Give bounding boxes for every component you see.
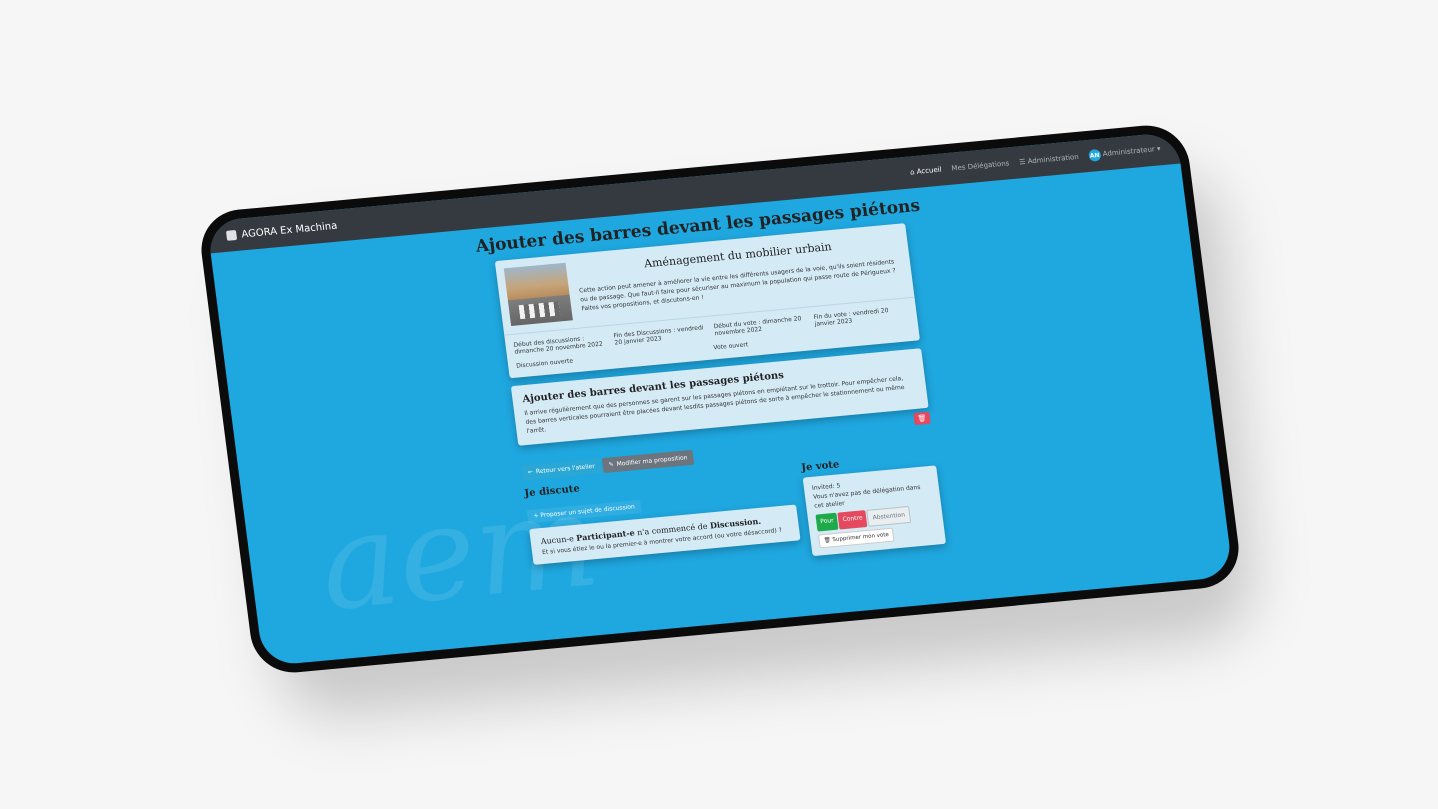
delete-proposal-button[interactable]: 🗑 [913, 411, 931, 426]
propose-topic-label: Proposer un sujet de discussion [539, 503, 636, 520]
nav-delegations[interactable]: Mes Délégations [951, 159, 1010, 172]
workshop-image [503, 262, 573, 326]
brand-logo-icon [225, 229, 238, 241]
back-label: Retour vers l'atelier [535, 462, 596, 476]
tablet-device: AGORA Ex Machina ⌂ Accueil Mes Délégatio… [196, 121, 1244, 677]
nav-links: ⌂ Accueil Mes Délégations ☰ Administrati… [909, 143, 1161, 178]
plus-icon: + [533, 512, 539, 520]
main-content: Aménagement du mobilier urbain Cette act… [494, 223, 947, 582]
user-menu[interactable]: AN Administrateur ▾ [1087, 143, 1161, 162]
edit-proposal-button[interactable]: ✎ Modifier ma proposition [601, 449, 695, 474]
date-vote-start: Début du vote : dimanche 20 novembre 202… [713, 315, 802, 338]
brand-label: AGORA Ex Machina [240, 220, 338, 240]
vote-section: Je vote Invited: 5 Vous n'avez pas de dé… [801, 450, 947, 557]
edit-label: Modifier ma proposition [616, 454, 688, 468]
nav-home[interactable]: ⌂ Accueil [910, 166, 943, 177]
trash-icon: 🗑 [917, 414, 927, 423]
nav-home-label: Accueil [916, 165, 943, 176]
vote-pour-button[interactable]: Pour [815, 512, 839, 532]
date-vote-end: Fin du vote : vendredi 20 janvier 2023 [813, 307, 889, 328]
vote-abstention-button[interactable]: Abstention [866, 506, 911, 527]
date-discussion-start: Début des discussions : dimanche 20 nove… [513, 335, 604, 356]
brand-link[interactable]: AGORA Ex Machina [225, 220, 338, 241]
date-discussion-end: Fin des Discussions : vendredi 20 janvie… [613, 324, 704, 347]
nav-admin-label: Administration [1027, 152, 1080, 166]
nav-admin[interactable]: ☰ Administration [1019, 153, 1080, 166]
delete-vote-label: Supprimer mon vote [832, 532, 890, 544]
delete-vote-button[interactable]: 🗑 Supprimer mon vote [817, 527, 895, 549]
app-screen: AGORA Ex Machina ⌂ Accueil Mes Délégatio… [206, 131, 1234, 667]
user-name: Administrateur [1102, 145, 1156, 159]
vote-contre-button[interactable]: Contre [837, 510, 868, 530]
arrow-left-icon: ← [527, 468, 534, 477]
trash-icon: 🗑 [823, 537, 832, 544]
edit-icon: ✎ [608, 461, 615, 469]
avatar: AN [1087, 148, 1102, 162]
discuss-section: Je discute + Proposer un sujet de discus… [524, 464, 803, 582]
back-to-workshop-button[interactable]: ← Retour vers l'atelier [520, 458, 602, 481]
vote-card: Invited: 5 Vous n'avez pas de délégation… [802, 465, 947, 557]
